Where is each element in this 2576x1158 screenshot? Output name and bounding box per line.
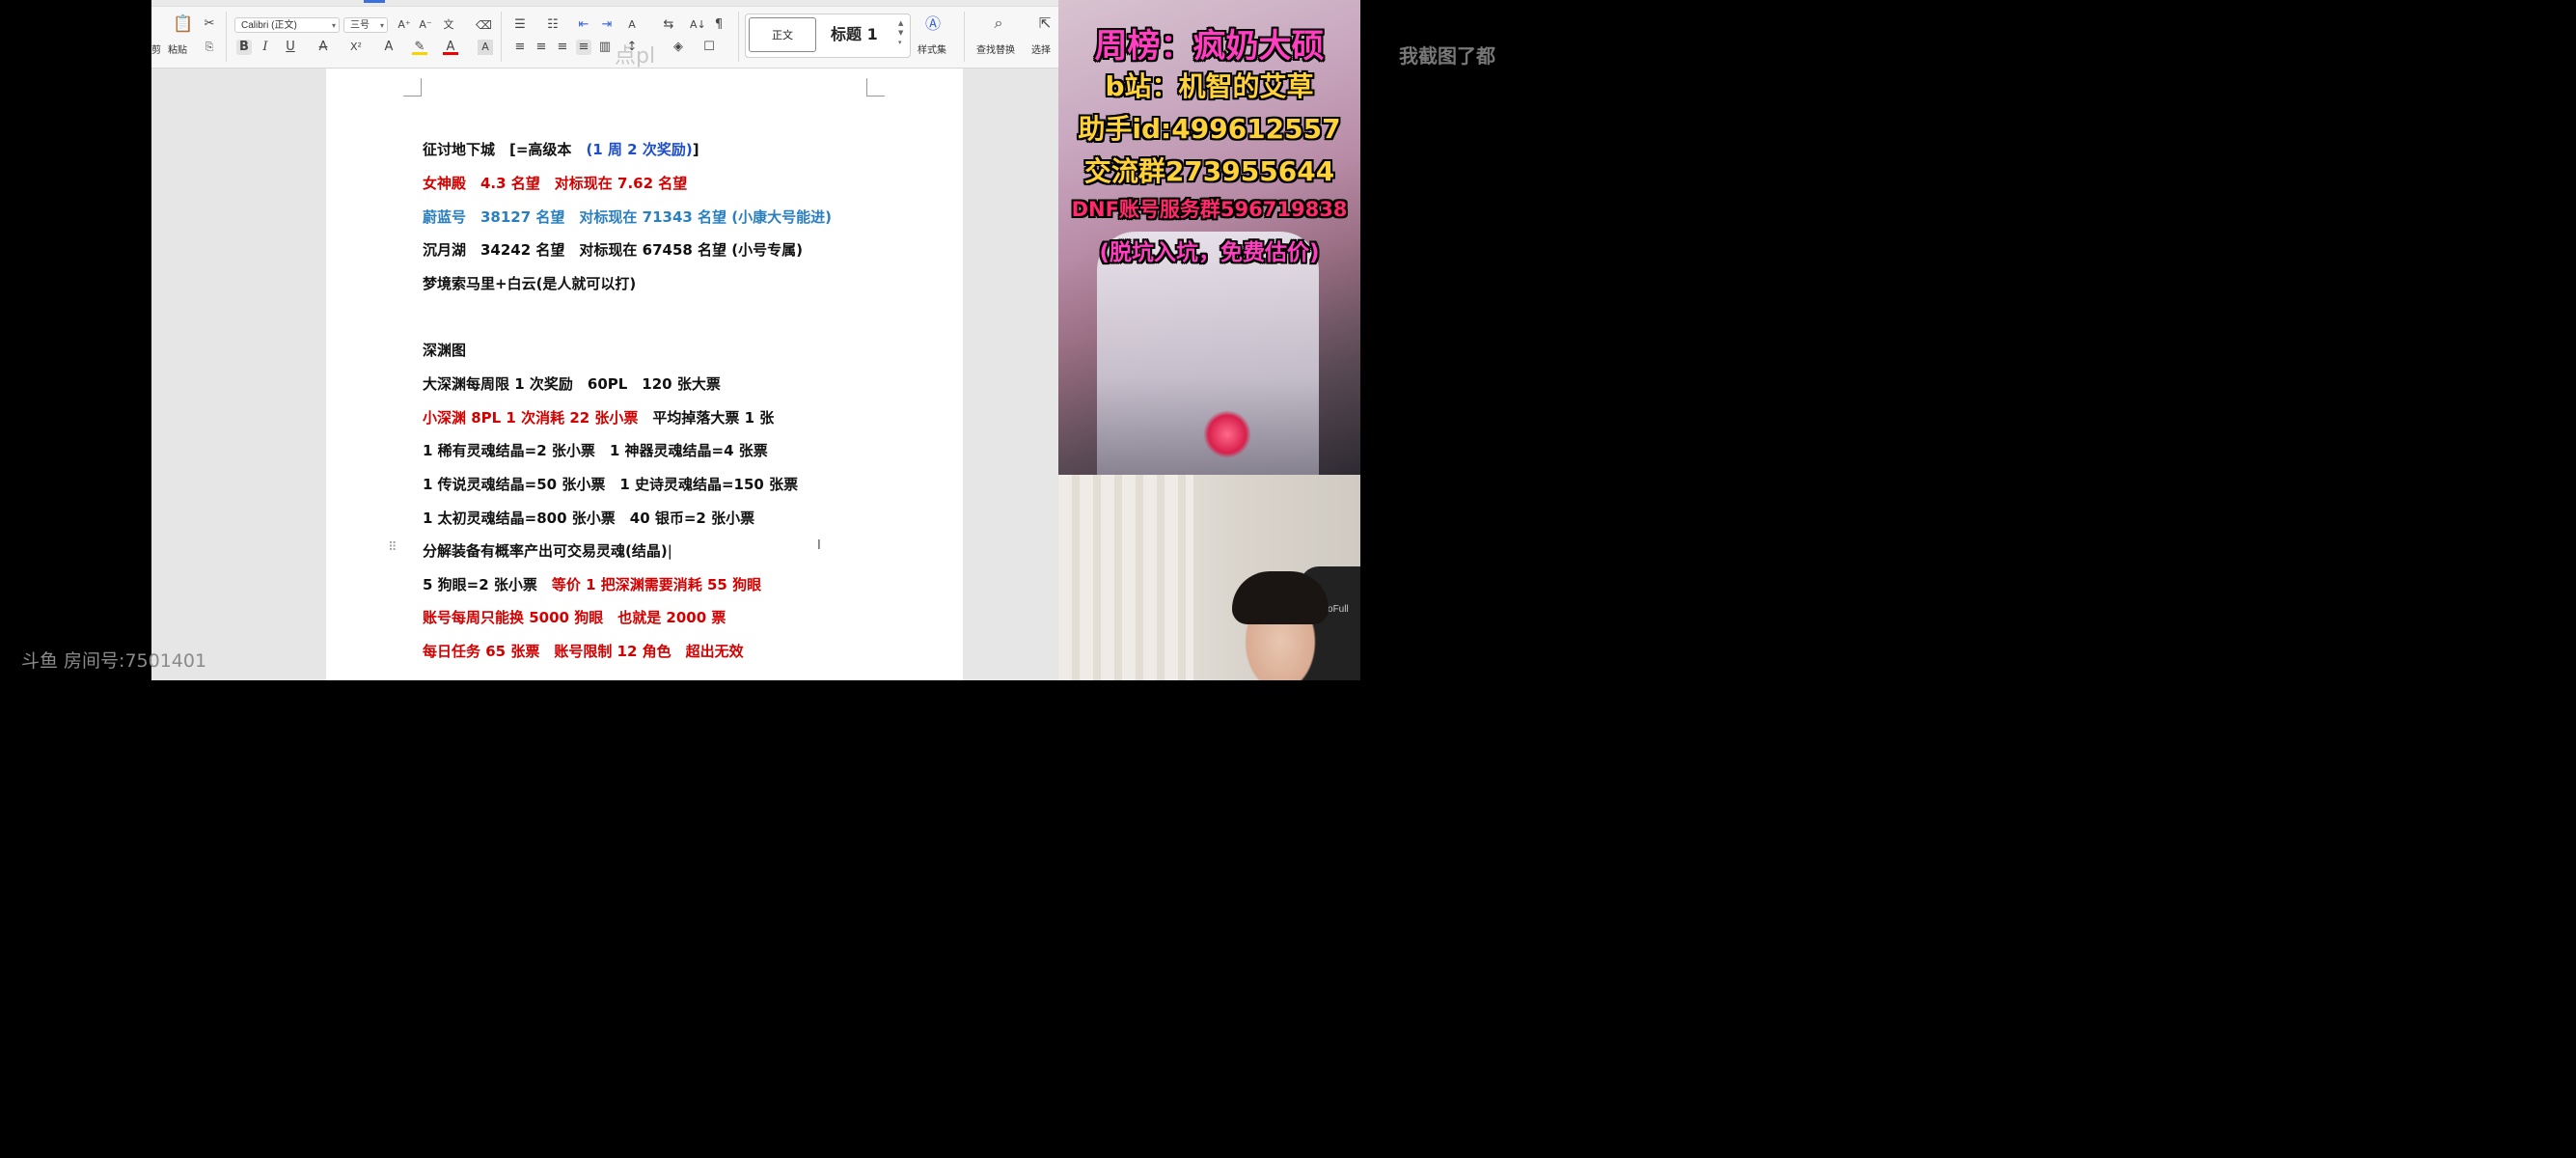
highlight-icon[interactable]: ✎ xyxy=(412,40,427,55)
document-page[interactable]: 征讨地下城 [=高级本 (1 周 2 次奖励)] 女神殿 4.3 名望 对标现在… xyxy=(326,69,963,680)
doc-line-13: 5 狗眼=2 张小票 等价 1 把深渊需要消耗 55 狗眼 xyxy=(423,576,762,593)
doc-line-7: 大深渊每周限 1 次奖励 60PL 120 张大票 xyxy=(423,375,721,393)
doc-line-11: 1 太初灵魂结晶=800 张小票 40 银币=2 张小票 xyxy=(423,510,755,527)
decrease-indent-icon[interactable]: ⇤ xyxy=(576,17,591,33)
justify-icon[interactable]: ≡ xyxy=(576,40,591,55)
paste-icon[interactable]: 📋 xyxy=(173,16,193,33)
cut-label: 剪 xyxy=(151,45,161,56)
distribute-icon[interactable]: ▥ xyxy=(597,40,613,55)
doc-line-4: 沉月湖 34242 名望 对标现在 67458 名望 (小号专属) xyxy=(423,241,803,259)
doc-line-1: 征讨地下城 [=高级本 (1 周 2 次奖励)] xyxy=(423,141,699,158)
font-name-select[interactable]: Calibri (正文) ▾ xyxy=(234,17,340,33)
style-heading-1[interactable]: 标题 1 xyxy=(831,17,878,52)
font-size-select[interactable]: 三号 ▾ xyxy=(343,17,388,33)
divider xyxy=(738,12,739,62)
clear-format-icon[interactable]: ⌫ xyxy=(476,17,492,33)
style-scroll-icon[interactable]: ▲ ▼ ▾ xyxy=(898,18,906,47)
doc-line-9: 1 稀有灵魂结晶=2 张小票 1 神器灵魂结晶=4 张票 xyxy=(423,442,768,459)
align-center-icon[interactable]: ≡ xyxy=(534,40,549,55)
stream-poster: 周榜：疯奶大硕 b站：机智的艾草 助手id:499612557 交流群27395… xyxy=(1058,0,1360,475)
underline-icon[interactable]: U xyxy=(283,40,298,55)
doc-line-6: 深渊图 xyxy=(423,342,467,359)
style-set-icon[interactable]: Ⓐ xyxy=(925,16,941,32)
grow-font-icon[interactable]: A⁺ xyxy=(397,17,412,33)
find-replace-label[interactable]: 查找替换 xyxy=(976,41,1015,56)
streamer-hair xyxy=(1232,571,1329,624)
border-icon[interactable]: ☐ xyxy=(701,40,717,55)
doc-line-8: 小深渊 8PL 1 次消耗 22 张小票 平均掉落大票 1 张 xyxy=(423,409,775,427)
ribbon-toolbar: 📋 ✂ 剪 粘贴 ⎘ Calibri (正文) ▾ 三号 ▾ A⁺ A⁻ 文 ⌫ B… xyxy=(151,0,1058,69)
room-number-label: 斗鱼 房间号:7501401 xyxy=(21,650,207,672)
overlay-line-5: DNF账号服务群596719838 xyxy=(1071,198,1348,221)
shading-icon[interactable]: ◈ xyxy=(671,40,686,55)
chevron-down-icon: ▾ xyxy=(379,21,384,30)
select-label[interactable]: 选择 xyxy=(1031,41,1051,56)
doc-line-5: 梦境索马里+白云(是人就可以打) xyxy=(423,275,637,292)
show-marks-icon[interactable]: ¶ xyxy=(711,17,726,33)
paste-label[interactable]: 粘贴 xyxy=(168,41,187,56)
drag-handle-icon[interactable]: ⠿ xyxy=(388,540,397,555)
sort-icon[interactable]: ⇆ xyxy=(661,17,676,33)
overlay-line-2: b站：机智的艾草 xyxy=(1105,70,1314,102)
doc-line-12: 分解装备有概率产出可交易灵魂(结晶)| xyxy=(423,542,672,560)
doc-line-3: 蔚蓝号 38127 名望 对标现在 71343 名望 (小康大号能进) xyxy=(423,208,832,226)
numbered-list-icon[interactable]: ☷ xyxy=(545,17,561,33)
superscript-icon[interactable]: X² xyxy=(348,40,364,55)
font-size-value: 三号 xyxy=(350,20,370,31)
divider xyxy=(964,12,965,62)
overlay-line-4: 交流群273955644 xyxy=(1083,155,1335,187)
char-shading-icon[interactable]: A xyxy=(478,40,493,55)
ghost-watermark: 点pl xyxy=(615,44,656,69)
word-window: 📋 ✂ 剪 粘贴 ⎘ Calibri (正文) ▾ 三号 ▾ A⁺ A⁻ 文 ⌫ B… xyxy=(151,0,1058,680)
doc-line-10: 1 传说灵魂结晶=50 张小票 1 史诗灵魂结晶=150 张票 xyxy=(423,476,799,493)
styles-gallery: 正文 标题 1 ▲ ▼ ▾ xyxy=(745,14,911,58)
bullet-list-icon[interactable]: ☰ xyxy=(512,17,528,33)
divider xyxy=(226,12,227,62)
copy-icon[interactable]: ⎘ xyxy=(202,40,217,55)
overlay-line-6: (脱坑入坑，免费估价) xyxy=(1099,240,1320,265)
style-set-label[interactable]: 样式集 xyxy=(918,41,946,56)
overlay-line-3: 助手id:499612557 xyxy=(1078,113,1341,145)
crop-mark xyxy=(403,78,422,96)
strikethrough-icon[interactable]: A xyxy=(315,40,331,55)
phonetic-icon[interactable]: 文 xyxy=(441,17,456,33)
align-left-icon[interactable]: ≡ xyxy=(512,40,528,55)
text-effect-icon[interactable]: A xyxy=(381,40,397,55)
chevron-down-icon: ▾ xyxy=(331,21,336,30)
font-name-value: Calibri (正文) xyxy=(241,20,297,31)
crop-mark xyxy=(866,78,885,96)
doc-line-14: 账号每周只能换 5000 狗眼 也就是 2000 票 xyxy=(423,609,726,626)
doc-line-2: 女神殿 4.3 名望 对标现在 7.62 名望 xyxy=(423,175,688,192)
active-tab-indicator xyxy=(364,0,385,3)
tab-strip xyxy=(151,0,1058,7)
text-cursor-icon: I xyxy=(817,538,821,553)
align-right-icon[interactable]: ≡ xyxy=(555,40,570,55)
cut-icon[interactable]: ✂ xyxy=(202,16,217,32)
font-color-icon[interactable]: A xyxy=(443,40,458,55)
right-caption: 我截图了都 xyxy=(1399,44,1495,68)
flower-decoration xyxy=(1203,410,1251,458)
text-direction-icon[interactable]: A xyxy=(624,17,640,33)
curtain xyxy=(1058,475,1193,680)
right-margin xyxy=(1360,0,1513,680)
search-icon[interactable]: ⌕ xyxy=(991,15,1006,31)
doc-line-15: 每日任务 65 张票 账号限制 12 角色 超出无效 xyxy=(423,643,744,660)
shrink-font-icon[interactable]: A⁻ xyxy=(418,17,433,33)
webcam-feed: AutoFull xyxy=(1058,475,1360,680)
cursor-select-icon[interactable]: ⇱ xyxy=(1037,15,1053,31)
increase-indent-icon[interactable]: ⇥ xyxy=(599,17,615,33)
bold-icon[interactable]: B xyxy=(236,40,252,55)
divider xyxy=(501,12,502,62)
sort-az-icon[interactable]: A↓ xyxy=(690,17,706,33)
italic-icon[interactable]: I xyxy=(258,40,273,55)
overlay-line-1: 周榜：疯奶大硕 xyxy=(1094,27,1325,66)
style-normal[interactable]: 正文 xyxy=(749,17,816,52)
